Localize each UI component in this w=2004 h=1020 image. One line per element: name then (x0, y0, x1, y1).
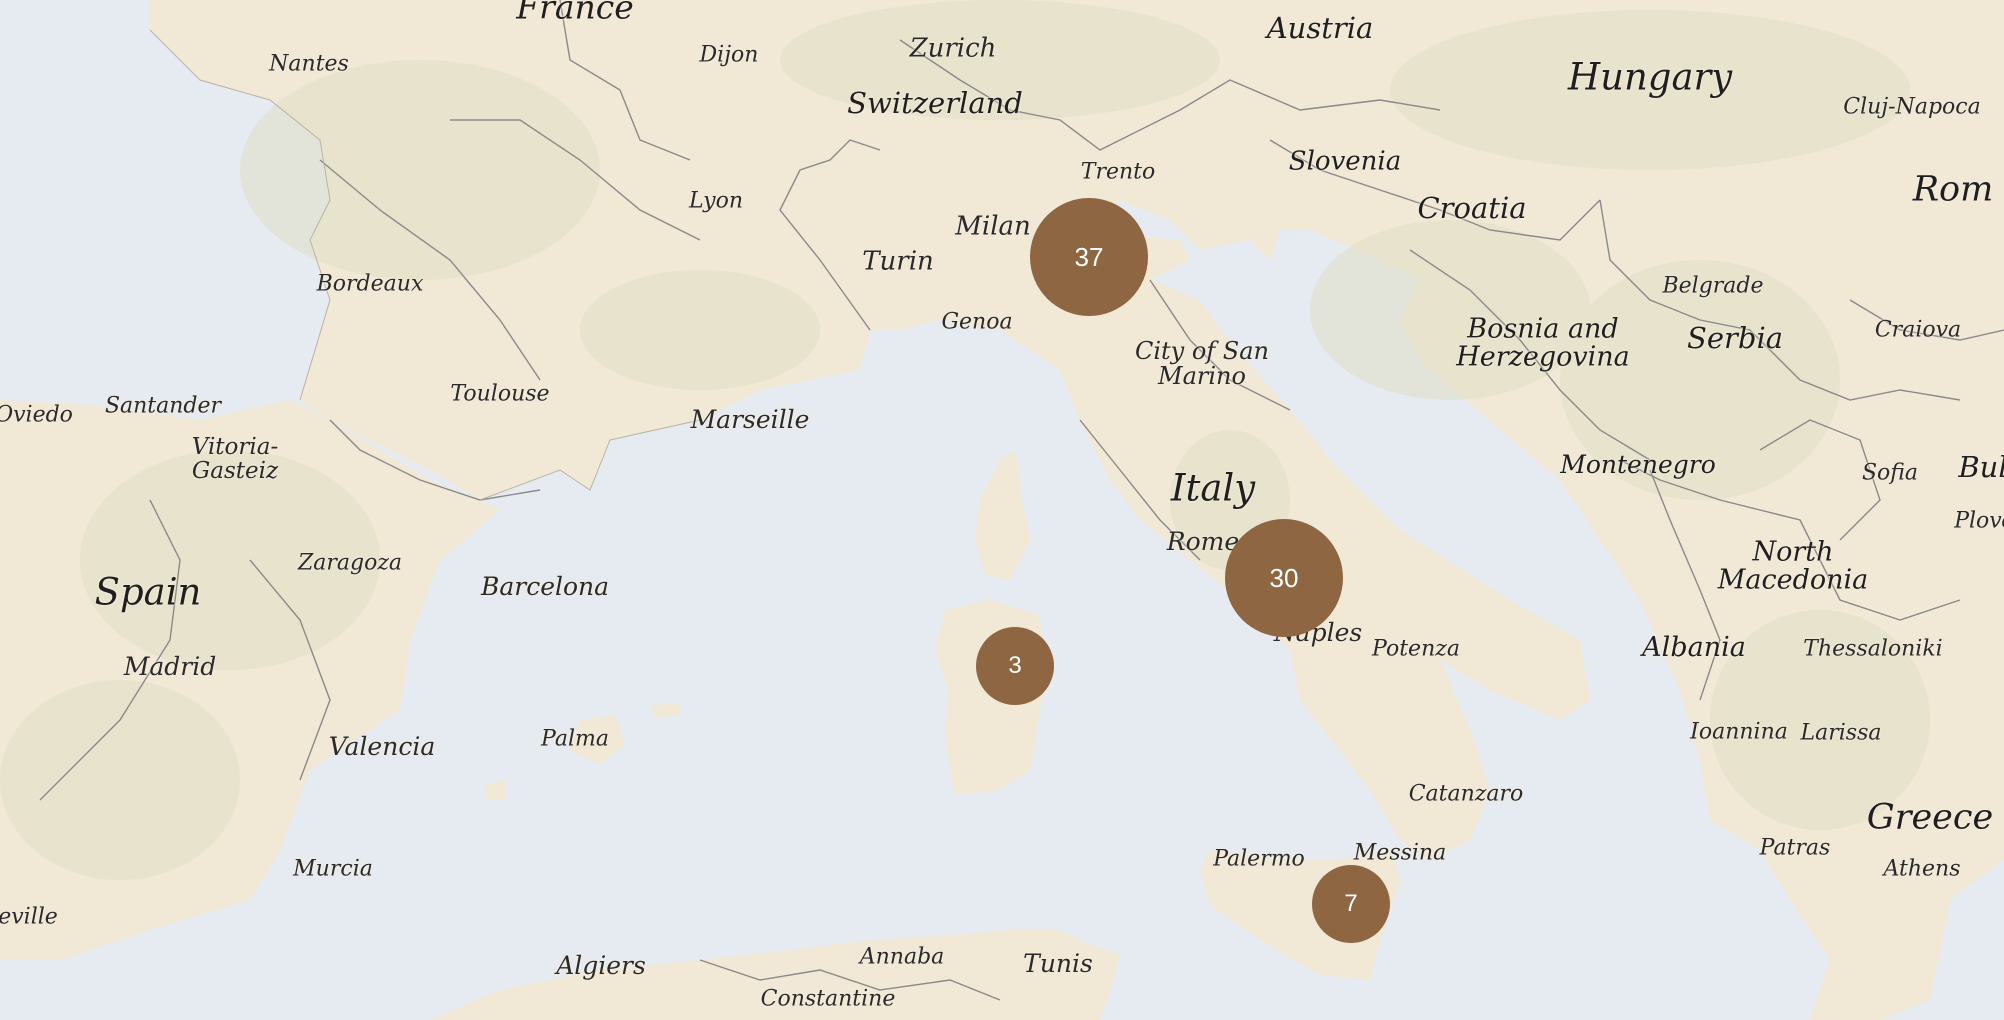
country-label-italy: Italy (1170, 466, 1256, 510)
cluster-marker-north-italy[interactable]: 37 (1030, 198, 1148, 316)
city-label-barcelona: Barcelona (480, 571, 610, 601)
city-label-murcia: Murcia (293, 856, 373, 882)
city-label-marseille: Marseille (690, 404, 810, 434)
city-label-annaba: Annaba (859, 944, 945, 970)
city-label-sofia: Sofia (1861, 460, 1919, 486)
country-label-spain: Spain (94, 570, 202, 614)
city-label-turin: Turin (862, 246, 934, 277)
city-label-palermo: Palermo (1213, 846, 1305, 872)
city-label-craiova: Craiova (1874, 317, 1962, 343)
country-label-slovenia: Slovenia (1288, 146, 1402, 177)
map-canvas[interactable]: France Austria Hungary Switzerland Slove… (0, 0, 2004, 1020)
vitoria-text: Vitoria- Gasteiz (191, 433, 279, 484)
city-label-messina: Messina (1353, 840, 1447, 866)
city-label-bordeaux: Bordeaux (316, 271, 424, 297)
city-label-zurich: Zurich (909, 33, 997, 64)
city-label-rome: Rome (1166, 526, 1240, 556)
cluster-marker-sardinia[interactable]: 3 (976, 627, 1054, 705)
cluster-marker-rome-naples[interactable]: 30 (1225, 519, 1343, 637)
city-label-belgrade: Belgrade (1662, 273, 1764, 299)
city-label-cluj: Cluj-Napoca (1843, 94, 1981, 120)
city-label-milan: Milan (955, 211, 1031, 242)
city-label-dijon: Dijon (699, 42, 759, 68)
city-label-trento: Trento (1080, 159, 1156, 185)
city-label-tunis: Tunis (1023, 948, 1093, 978)
country-label-serbia: Serbia (1686, 320, 1784, 355)
city-label-potenza: Potenza (1372, 636, 1460, 662)
city-label-thessaloniki: Thessaloniki (1803, 636, 1943, 662)
north-macedonia-text: North Macedonia (1717, 536, 1869, 596)
city-label-nantes: Nantes (269, 51, 349, 77)
city-label-ioannina: Ioannina (1690, 719, 1788, 745)
country-label-hungary: Hungary (1567, 55, 1733, 99)
city-label-santander: Santander (104, 393, 222, 419)
city-label-seville: eville (0, 904, 58, 930)
city-label-catanzaro: Catanzaro (1408, 781, 1524, 807)
city-label-genoa: Genoa (941, 309, 1013, 335)
cluster-marker-sicily[interactable]: 7 (1312, 865, 1390, 943)
country-label-albania: Albania (1642, 631, 1746, 663)
city-label-san-marino: City of San Marino (1134, 336, 1270, 390)
city-label-oviedo: Oviedo (0, 402, 73, 428)
san-marino-text: City of San Marino (1134, 336, 1270, 390)
city-label-toulouse: Toulouse (450, 381, 550, 407)
country-label-croatia: Croatia (1417, 190, 1527, 225)
city-label-valencia: Valencia (328, 731, 436, 761)
city-label-constantine: Constantine (760, 986, 896, 1012)
city-label-zaragoza: Zaragoza (297, 550, 403, 576)
city-label-athens: Athens (1883, 856, 1961, 882)
bosnia-text: Bosnia and Herzegovina (1456, 313, 1630, 373)
country-label-montenegro: Montenegro (1560, 449, 1716, 479)
city-label-lyon: Lyon (688, 188, 744, 214)
country-label-france: France (516, 0, 634, 27)
cluster-count: 3 (1008, 652, 1022, 679)
country-label-switzerland: Switzerland (847, 85, 1023, 120)
city-label-madrid: Madrid (123, 651, 217, 681)
city-label-vitoria: Vitoria- Gasteiz (192, 435, 279, 483)
country-label-bulgaria: Bul (1958, 449, 2004, 484)
city-label-algiers: Algiers (556, 950, 646, 980)
city-label-plovdiv: Plovd (1954, 508, 2004, 534)
city-label-patras: Patras (1759, 835, 1831, 861)
city-label-palma: Palma (541, 726, 609, 752)
cluster-count: 30 (1269, 562, 1299, 593)
country-label-romania: Rom (1912, 169, 1994, 210)
cluster-count: 37 (1074, 241, 1104, 272)
city-label-larissa: Larissa (1800, 720, 1882, 746)
cluster-count: 7 (1344, 890, 1358, 917)
country-label-north-macedonia: North Macedonia (1717, 536, 1869, 596)
country-label-bosnia: Bosnia and Herzegovina (1456, 313, 1630, 373)
country-label-greece: Greece (1866, 797, 1994, 838)
country-label-austria: Austria (1266, 10, 1374, 45)
